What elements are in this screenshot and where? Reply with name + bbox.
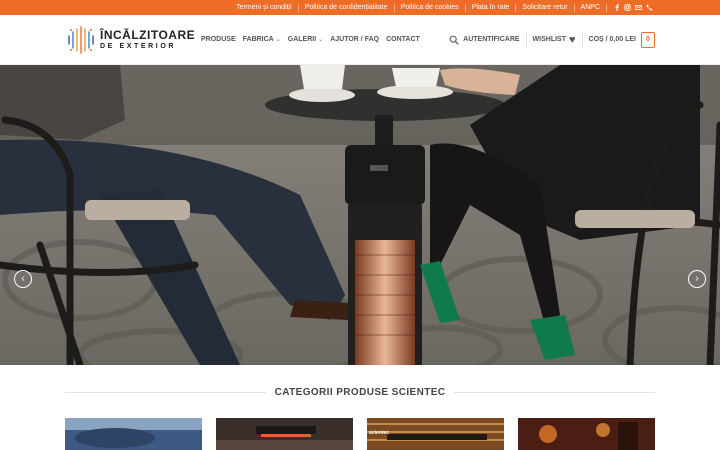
login-link[interactable]: AUTENTIFICARE (463, 36, 519, 43)
chevron-left-icon: ‹ (21, 273, 25, 284)
logo-text: ÎNCĂLZITOARE DE EXTERIOR (100, 29, 195, 50)
category-card[interactable]: scientec (367, 418, 504, 450)
nav-label: FABRICA (242, 36, 274, 43)
site-logo[interactable]: ÎNCĂLZITOARE DE EXTERIOR (66, 25, 196, 55)
category-card[interactable] (65, 418, 202, 450)
chevron-down-icon: ⌄ (318, 37, 324, 43)
header-actions: AUTENTIFICARE WISHLIST ♥ COȘ / 0,00 LEI … (449, 31, 655, 48)
hero-image (0, 65, 720, 365)
nav-label: GALERII (287, 36, 317, 43)
link-anpc[interactable]: ANPC (575, 4, 606, 11)
chevron-down-icon: ⌄ (275, 37, 281, 43)
logo-line-2: DE EXTERIOR (100, 43, 177, 50)
hero-slider: ‹ › (0, 65, 720, 365)
categories-section: CATEGORII PRODUSE SCIENTEC scientec (0, 365, 720, 450)
cart-count-badge[interactable]: 0 (641, 31, 655, 48)
nav-label: CONTACT (386, 36, 420, 43)
link-privacy[interactable]: Politica de confidențialitate (299, 4, 394, 11)
category-grid: scientec (65, 418, 655, 450)
main-nav: PRODUSE FABRICA ⌄ GALERII ⌄ AJUTOR / FAQ C… (201, 36, 427, 43)
hero-prev-button[interactable]: ‹ (14, 270, 32, 288)
cart-link[interactable]: COȘ / 0,00 LEI (589, 36, 636, 43)
category-brand-label: scientec (369, 430, 390, 436)
nav-label: PRODUSE (201, 36, 236, 43)
phone-icon[interactable] (646, 4, 653, 11)
section-title: CATEGORII PRODUSE SCIENTEC (274, 387, 446, 398)
nav-label: AJUTOR / FAQ (330, 36, 380, 43)
top-bar: Termeni și condiții Politica de confiden… (0, 0, 720, 15)
nav-item-contact[interactable]: CONTACT (386, 36, 420, 43)
divider (581, 32, 583, 47)
divider (454, 392, 656, 393)
link-cookies[interactable]: Politica de cookies (395, 4, 465, 11)
chevron-right-icon: › (695, 273, 699, 284)
facebook-icon[interactable] (613, 4, 620, 11)
nav-item-produse[interactable]: PRODUSE (201, 36, 236, 43)
link-terms[interactable]: Termeni și condiții (230, 4, 298, 11)
mail-icon[interactable] (635, 4, 642, 11)
divider (525, 32, 527, 47)
section-heading: CATEGORII PRODUSE SCIENTEC (65, 387, 656, 398)
logo-mark-icon (68, 25, 94, 54)
link-returns[interactable]: Solicitare retur (516, 4, 573, 11)
nav-item-galerii[interactable]: GALERII ⌄ (288, 36, 323, 43)
wishlist-link[interactable]: WISHLIST (533, 36, 566, 43)
category-card[interactable] (518, 418, 655, 450)
category-card[interactable] (216, 418, 353, 450)
link-installments[interactable]: Plata în rate (466, 4, 516, 11)
logo-line-1: ÎNCĂLZITOARE (100, 28, 196, 42)
social-links (607, 4, 653, 11)
site-header: ÎNCĂLZITOARE DE EXTERIOR PRODUSE FABRICA… (0, 15, 720, 65)
hero-next-button[interactable]: › (688, 270, 706, 288)
nav-item-ajutor-faq[interactable]: AJUTOR / FAQ (330, 36, 379, 43)
heart-icon[interactable]: ♥ (569, 34, 576, 46)
divider (65, 392, 266, 393)
search-icon[interactable] (449, 35, 459, 45)
instagram-icon[interactable] (624, 4, 631, 11)
nav-item-fabrica[interactable]: FABRICA ⌄ (243, 36, 281, 43)
